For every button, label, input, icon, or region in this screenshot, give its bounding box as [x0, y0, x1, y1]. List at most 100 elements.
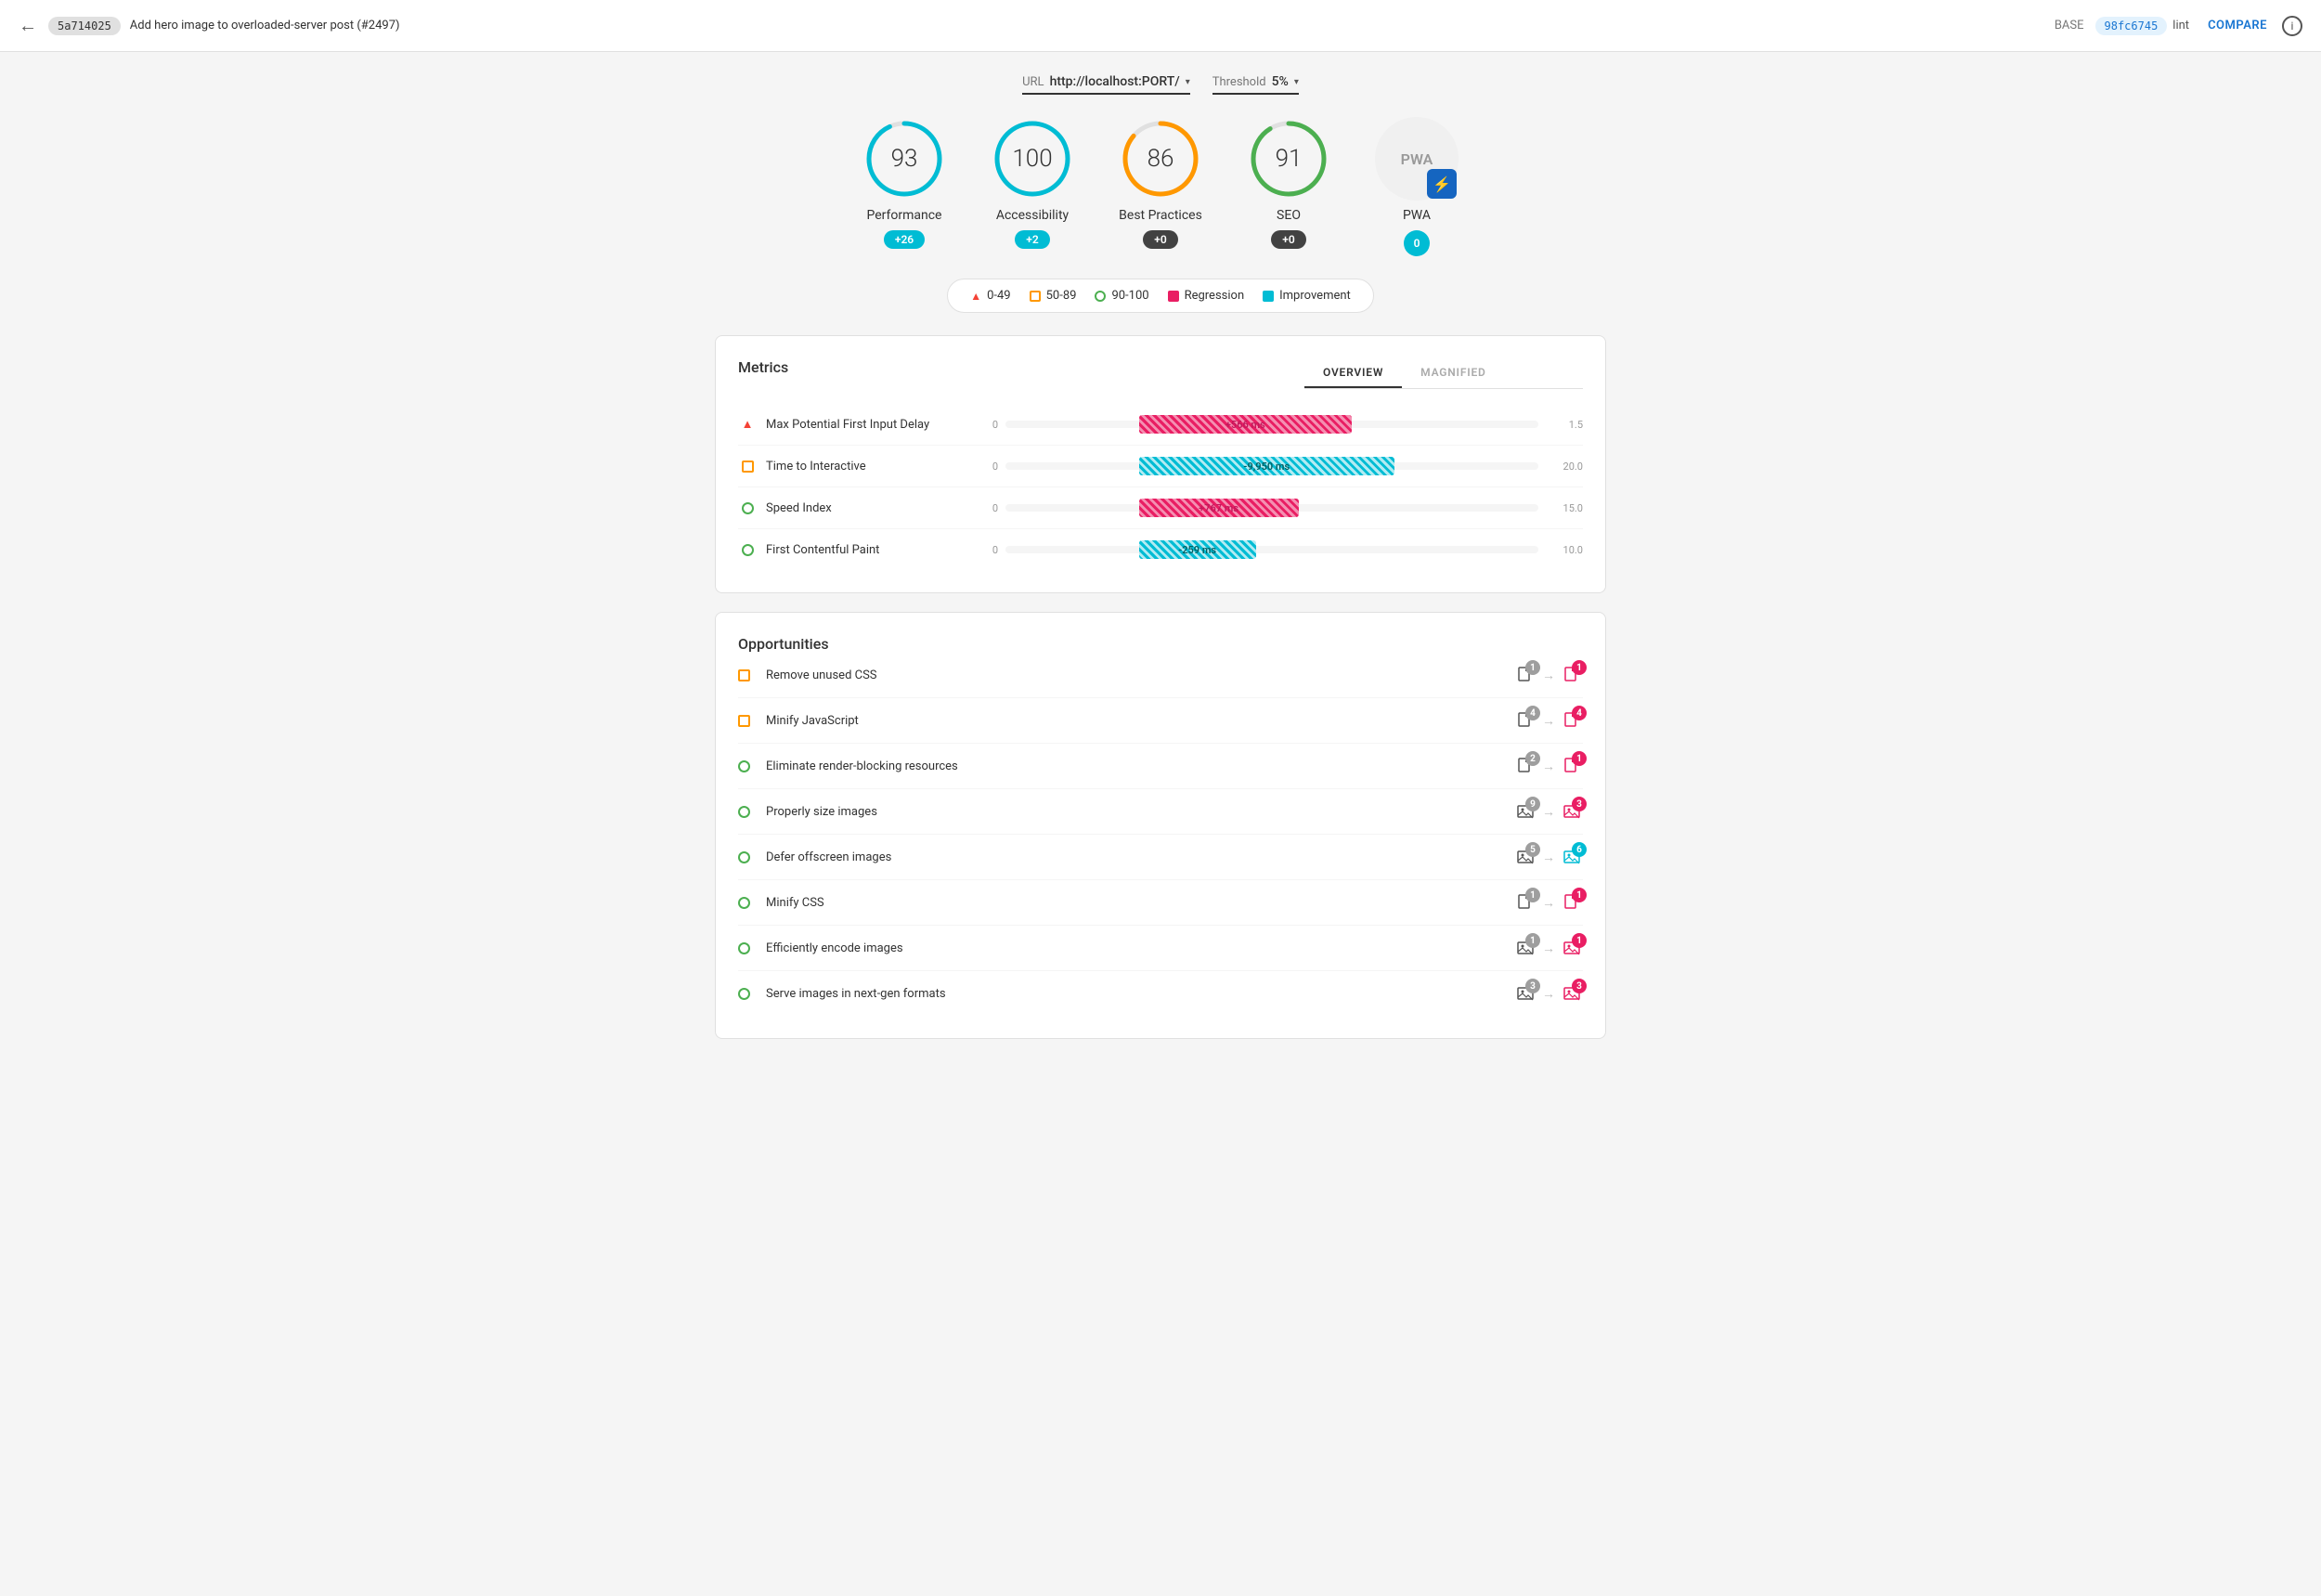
- base-file-icon-2[interactable]: 2: [1514, 755, 1537, 777]
- base-img-icon-3[interactable]: 9: [1514, 800, 1537, 823]
- arrow-4: →: [1542, 850, 1555, 865]
- opp-properly-size-images-name: Properly size images: [766, 805, 1514, 819]
- score-performance: 93 Performance +26: [862, 117, 946, 249]
- tti-start: 0: [970, 461, 998, 473]
- legend-90-100: 90-100: [1095, 289, 1148, 303]
- legend-improvement-label: Improvement: [1279, 289, 1351, 303]
- metric-row-fid: ▲ Max Potential First Input Delay 0 +566…: [738, 404, 1583, 446]
- si-start: 0: [970, 502, 998, 514]
- opp-efficiently-encode-images: Efficiently encode images 1 → 1: [738, 926, 1583, 971]
- tab-overview[interactable]: OVERVIEW: [1304, 358, 1402, 388]
- performance-value: 93: [891, 145, 918, 173]
- info-button[interactable]: i: [2282, 16, 2302, 36]
- improvement-icon: [1263, 291, 1274, 302]
- metrics-card: Metrics OVERVIEW MAGNIFIED ▲ Max Potenti…: [715, 335, 1606, 593]
- accessibility-label: Accessibility: [996, 208, 1069, 223]
- legend-regression: Regression: [1168, 289, 1245, 303]
- commit-title: Add hero image to overloaded-server post…: [130, 19, 2055, 32]
- legend-0-49-label: 0-49: [987, 289, 1011, 303]
- compare-count-2: 1: [1572, 751, 1587, 766]
- compare-commit-badge: 98fc6745: [2095, 17, 2168, 35]
- legend-regression-label: Regression: [1185, 289, 1245, 303]
- opp-minify-css-icon: [738, 895, 757, 910]
- pwa-text: PWA: [1401, 150, 1433, 168]
- compare-count-6: 1: [1572, 933, 1587, 948]
- base-file-icon-5[interactable]: 1: [1514, 891, 1537, 914]
- opp-render-blocking-actions: 2 → 1: [1514, 755, 1583, 777]
- seo-badge: +0: [1271, 230, 1305, 249]
- opp-properly-size-images: Properly size images 9 → 3: [738, 789, 1583, 835]
- compare-count-4: 6: [1572, 842, 1587, 857]
- compare-file-icon-1[interactable]: 4: [1561, 709, 1583, 732]
- base-file-icon-0[interactable]: 1: [1514, 664, 1537, 686]
- back-button[interactable]: ←: [19, 14, 37, 37]
- compare-count-3: 3: [1572, 797, 1587, 811]
- base-count-5: 1: [1525, 888, 1540, 902]
- legend-90-100-label: 90-100: [1111, 289, 1148, 303]
- base-img-icon-6[interactable]: 1: [1514, 937, 1537, 959]
- opp-serve-next-gen: Serve images in next-gen formats 3 → 3: [738, 971, 1583, 1016]
- arrow-6: →: [1542, 941, 1555, 956]
- fid-bar-container: +566 ms: [1005, 413, 1538, 435]
- arrow-3: →: [1542, 804, 1555, 820]
- compare-button[interactable]: COMPARE: [2208, 19, 2267, 32]
- header: ← 5a714025 Add hero image to overloaded-…: [0, 0, 2321, 52]
- compare-img-icon-4[interactable]: 6: [1561, 846, 1583, 868]
- threshold-selector[interactable]: Threshold 5% ▾: [1212, 74, 1299, 95]
- metrics-tabs: OVERVIEW MAGNIFIED: [1304, 358, 1583, 389]
- arrow-1: →: [1542, 713, 1555, 729]
- tab-magnified[interactable]: MAGNIFIED: [1402, 358, 1504, 388]
- compare-img-icon-3[interactable]: 3: [1561, 800, 1583, 823]
- tti-bar-container: -9,950 ms: [1005, 455, 1538, 477]
- opp-render-blocking-name: Eliminate render-blocking resources: [766, 759, 1514, 773]
- opp-efficiently-encode-images-actions: 1 → 1: [1514, 937, 1583, 959]
- url-value: http://localhost:PORT/: [1050, 74, 1180, 89]
- score-pwa: PWA ⚡ PWA 0: [1375, 117, 1459, 256]
- compare-count-7: 3: [1572, 979, 1587, 993]
- metric-row-tti: Time to Interactive 0 -9,950 ms 20.0: [738, 446, 1583, 487]
- performance-label: Performance: [867, 208, 942, 223]
- base-count-0: 1: [1525, 660, 1540, 675]
- opportunities-title: Opportunities: [738, 635, 829, 653]
- lint-label: lint: [2172, 19, 2189, 32]
- base-count-3: 9: [1525, 797, 1540, 811]
- base-img-icon-7[interactable]: 3: [1514, 982, 1537, 1005]
- compare-img-icon-6[interactable]: 1: [1561, 937, 1583, 959]
- arrow-2: →: [1542, 759, 1555, 774]
- pwa-circle: PWA ⚡: [1375, 117, 1459, 201]
- compare-count-1: 4: [1572, 706, 1587, 720]
- opp-efficiently-encode-images-icon: [738, 941, 757, 955]
- legend: ▲ 0-49 50-89 90-100 Regression Improveme…: [947, 279, 1374, 313]
- compare-img-icon-7[interactable]: 3: [1561, 982, 1583, 1005]
- opp-defer-offscreen-images-actions: 5 → 6: [1514, 846, 1583, 868]
- opp-remove-unused-css-icon: [738, 668, 757, 682]
- pwa-label: PWA: [1403, 208, 1431, 223]
- compare-file-icon-5[interactable]: 1: [1561, 891, 1583, 914]
- fcp-bar: -259 ms: [1139, 540, 1256, 559]
- performance-badge: +26: [884, 230, 925, 249]
- compare-file-icon-0[interactable]: 1: [1561, 664, 1583, 686]
- si-icon: [738, 500, 757, 515]
- fcp-name: First Contentful Paint: [766, 543, 970, 557]
- regression-icon: [1168, 291, 1179, 302]
- fcp-icon: [738, 542, 757, 557]
- base-label: BASE: [2055, 19, 2084, 32]
- base-count-7: 3: [1525, 979, 1540, 993]
- arrow-5: →: [1542, 895, 1555, 911]
- opp-remove-unused-css-name: Remove unused CSS: [766, 668, 1514, 682]
- opp-render-blocking-icon: [738, 759, 757, 773]
- compare-file-icon-2[interactable]: 1: [1561, 755, 1583, 777]
- best-practices-badge: +0: [1143, 230, 1177, 249]
- url-selector[interactable]: URL http://localhost:PORT/ ▾: [1022, 74, 1190, 95]
- base-file-icon-1[interactable]: 4: [1514, 709, 1537, 732]
- accessibility-value: 100: [1012, 145, 1052, 173]
- metric-row-fcp: First Contentful Paint 0 -259 ms 10.0: [738, 529, 1583, 570]
- opportunities-card: Opportunities Remove unused CSS 1 → 1 Mi…: [715, 612, 1606, 1039]
- best-practices-label: Best Practices: [1119, 208, 1202, 223]
- legend-0-49: ▲ 0-49: [970, 289, 1010, 303]
- base-img-icon-4[interactable]: 5: [1514, 846, 1537, 868]
- triangle-icon: ▲: [970, 290, 981, 303]
- tti-name: Time to Interactive: [766, 460, 970, 474]
- compare-count-5: 1: [1572, 888, 1587, 902]
- pwa-badge: 0: [1404, 230, 1430, 256]
